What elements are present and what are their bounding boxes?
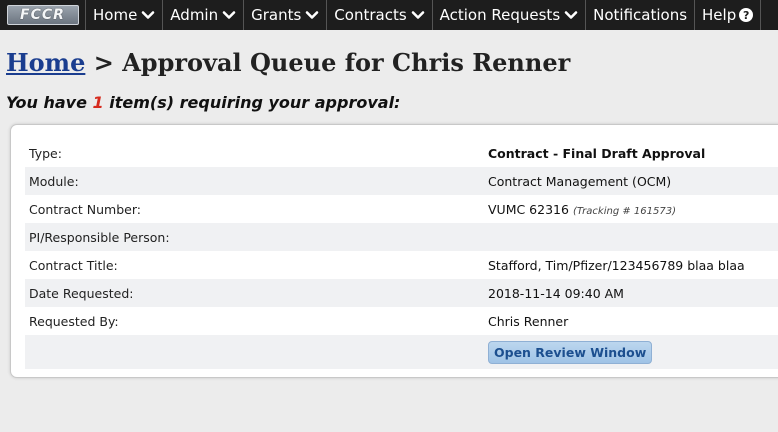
detail-value: 2018-11-14 09:40 AM [488,285,624,301]
breadcrumb-separator: > [93,48,114,77]
chevron-down-icon [222,11,236,19]
nav-contracts-label: Contracts [334,6,407,24]
nav-help[interactable]: Help ? [695,0,762,30]
chevron-down-icon [411,11,424,19]
nav-grants[interactable]: Grants [244,0,328,30]
open-review-window-button[interactable]: Open Review Window [488,340,653,364]
chevron-down-icon [564,11,578,19]
detail-row-module: Module: Contract Management (OCM) [25,167,778,195]
tracking-number: (Tracking # 161573) [572,205,676,217]
approval-summary: You have 1 item(s) requiring your approv… [6,93,400,112]
detail-label: PI/Responsible Person: [29,229,170,245]
nav-contracts[interactable]: Contracts [327,0,433,30]
nav-grants-label: Grants [251,6,302,24]
nav-notifications[interactable]: Notifications [586,0,696,30]
logo-text: FCCR [6,5,79,25]
nav-admin-label: Admin [170,6,219,24]
detail-label: Module: [29,173,79,189]
detail-label: Type: [29,145,62,161]
detail-row-type: Type: Contract - Final Draft Approval [25,139,778,167]
question-circle-icon: ? [739,8,754,22]
page-title-text: Approval Queue for Chris Renner [122,48,571,77]
summary-prefix: You have [6,93,87,112]
contract-number: VUMC 62316 [488,201,569,217]
nav-admin[interactable]: Admin [163,0,245,30]
breadcrumb-home-link[interactable]: Home [6,48,85,77]
detail-row-contract-number: Contract Number: VUMC 62316 (Tracking # … [25,195,778,223]
detail-row-requested-by: Requested By: Chris Renner [25,307,778,335]
detail-value: Stafford, Tim/Pfizer/123456789 blaa blaa [488,257,745,273]
detail-row-contract-title: Contract Title: Stafford, Tim/Pfizer/123… [25,251,778,279]
nav-home-label: Home [93,6,138,24]
detail-label: Requested By: [29,313,119,329]
detail-value: Contract - Final Draft Approval [488,145,706,161]
detail-row-date-requested: Date Requested: 2018-11-14 09:40 AM [25,279,778,307]
detail-row-pi: PI/Responsible Person: [25,223,778,251]
detail-label: Date Requested: [29,285,134,301]
nav-home[interactable]: Home [86,0,164,30]
detail-value: Contract Management (OCM) [488,173,672,189]
nav-action-requests-label: Action Requests [439,6,561,24]
approval-item-panel: Type: Contract - Final Draft Approval Mo… [10,124,778,378]
logo[interactable]: FCCR [0,0,86,30]
summary-suffix: item(s) requiring your approval: [109,93,401,112]
nav-action-requests[interactable]: Action Requests [433,0,587,30]
detail-value: Chris Renner [488,313,569,329]
approval-count: 1 [92,93,104,112]
approval-item-details: Type: Contract - Final Draft Approval Mo… [25,139,778,369]
detail-label: Contract Title: [29,257,118,273]
detail-label: Contract Number: [29,201,141,217]
nav-help-label: Help [702,6,737,24]
top-nav: FCCR Home Admin Grants Contracts Action … [0,0,778,30]
detail-value-wrap: VUMC 62316 (Tracking # 161573) [488,202,778,217]
nav-notifications-label: Notifications [593,6,688,24]
detail-actions: Open Review Window [488,340,778,364]
detail-row-actions: Open Review Window [25,335,778,369]
page-title: Home > Approval Queue for Chris Renner [6,48,570,77]
chevron-down-icon [305,11,319,19]
chevron-down-icon [141,11,155,19]
